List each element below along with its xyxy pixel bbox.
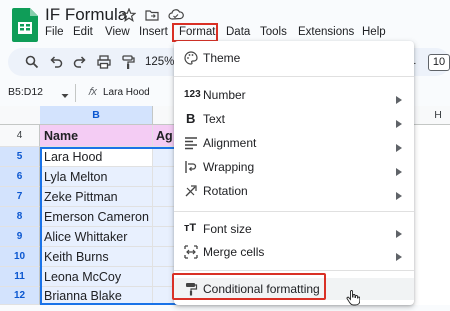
palette-icon [184,51,198,65]
row-header[interactable]: 7 [0,187,40,207]
menu-item-number[interactable]: 123 Number [174,84,414,106]
paint-format-icon[interactable] [120,54,136,70]
format-menu-dropdown: Theme 123 Number B Text Alignment Wrappi… [174,41,414,305]
menu-item-label: Alignment [203,136,257,150]
row-header[interactable]: 9 [0,227,40,247]
menu-extensions[interactable]: Extensions [298,26,354,38]
menu-item-alignment[interactable]: Alignment [174,132,414,154]
name-box-dropdown-icon[interactable] [60,88,70,98]
star-icon[interactable] [121,7,137,22]
menu-item-label: Theme [203,51,241,65]
submenu-arrow-icon [396,139,402,152]
formula-bar-divider [75,84,76,102]
undo-icon[interactable] [48,54,64,70]
table-row-name-cell[interactable]: Alice Whittaker [40,227,153,247]
format-menu-highlight [172,23,218,42]
table-row-name-cell[interactable]: Lara Hood [40,147,153,167]
menu-item-font-size[interactable]: ᴛT Font size [174,218,414,240]
fx-icon: 𝑓x [88,86,97,98]
menu-item-merge-cells[interactable]: Merge cells [174,241,414,263]
print-icon[interactable] [96,54,112,70]
font-size-tt-icon: ᴛT [184,222,197,234]
submenu-arrow-icon [396,163,402,176]
menu-item-wrapping[interactable]: Wrapping [174,156,414,178]
header-cell-name[interactable]: Name [40,125,153,147]
menu-item-label: Rotation [203,184,248,198]
cloud-saved-icon[interactable] [168,8,184,22]
sheets-logo-icon[interactable] [12,8,38,42]
menu-item-label: Text [203,112,226,126]
menu-item-label: Number [203,88,246,102]
hand-cursor-icon [346,290,361,306]
menu-edit[interactable]: Edit [73,26,93,38]
submenu-arrow-icon [396,248,402,261]
submenu-arrow-icon [396,187,402,200]
document-title[interactable]: IF Formula [45,5,127,25]
redo-icon[interactable] [72,54,88,70]
menu-item-label: Wrapping [203,160,255,174]
row-header[interactable]: 6 [0,167,40,187]
wrap-text-icon [184,160,198,174]
submenu-arrow-icon [396,115,402,128]
formula-input[interactable]: Lara Hood [103,87,150,98]
text-rotation-icon [184,184,198,198]
bold-b-icon: B [186,111,196,126]
name-box[interactable]: B5:D12 [8,86,43,98]
submenu-arrow-icon [396,91,402,104]
conditional-formatting-highlight [172,273,326,300]
move-folder-icon[interactable] [145,8,159,22]
font-size-input[interactable]: 10 [428,54,450,71]
menu-data[interactable]: Data [226,26,250,38]
menu-divider [174,211,414,212]
menu-view[interactable]: View [105,26,130,38]
row-header[interactable]: 8 [0,207,40,227]
align-left-icon [184,136,198,150]
menu-insert[interactable]: Insert [139,26,168,38]
menu-item-rotation[interactable]: Rotation [174,180,414,202]
row-header[interactable]: 12 [0,287,40,305]
menu-file[interactable]: File [45,26,64,38]
row-header[interactable]: 5 [0,147,40,167]
table-row-name-cell[interactable]: Leona McCoy [40,267,153,287]
table-row-name-cell[interactable]: Zeke Pittman [40,187,153,207]
submenu-arrow-icon [396,225,402,238]
table-row-name-cell[interactable]: Keith Burns [40,247,153,267]
row-header[interactable]: 4 [0,125,40,147]
menu-tools[interactable]: Tools [260,26,287,38]
row-header[interactable]: 11 [0,267,40,287]
menu-item-text[interactable]: B Text [174,108,414,130]
menu-divider [174,76,414,77]
menu-item-theme[interactable]: Theme [174,47,414,69]
table-row-name-cell[interactable]: Emerson Cameron [40,207,153,227]
table-row-name-cell[interactable]: Lyla Melton [40,167,153,187]
menu-item-label: Font size [203,222,252,236]
column-header-b[interactable]: B [40,106,153,124]
menu-help[interactable]: Help [362,26,386,38]
search-icon[interactable] [24,54,40,70]
merge-cells-icon [184,245,198,259]
zoom-selector[interactable]: 125% [145,56,174,68]
menu-item-label: Merge cells [203,245,265,259]
row-header[interactable]: 10 [0,247,40,267]
column-header-h[interactable]: H [426,106,450,124]
number-123-icon: 123 [184,89,201,100]
table-row-name-cell[interactable]: Brianna Blake [40,287,153,305]
menu-divider [174,270,414,271]
